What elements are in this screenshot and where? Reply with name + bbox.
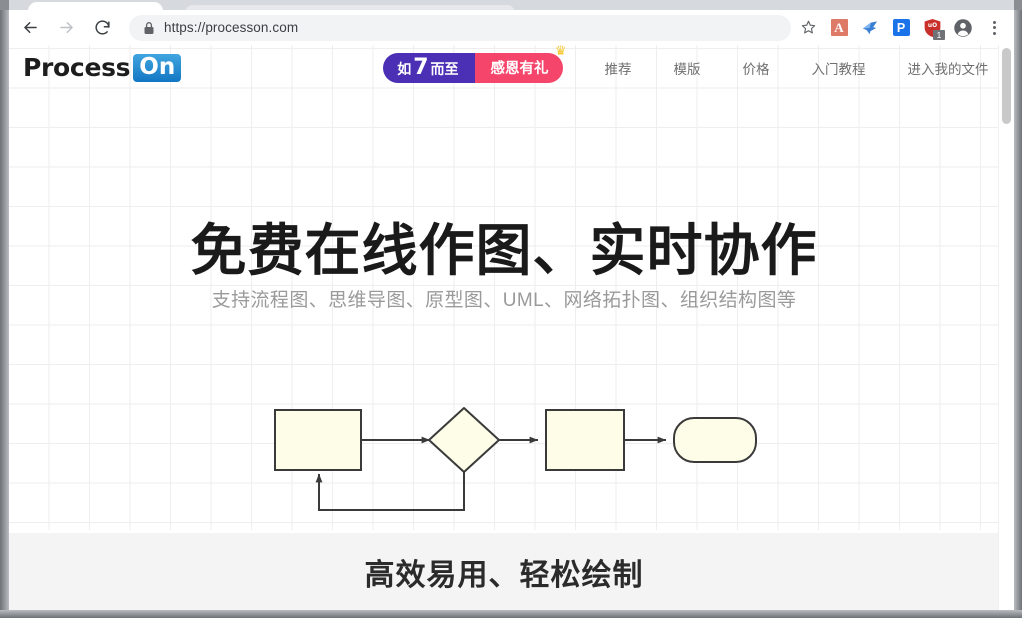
back-button[interactable] <box>15 13 45 43</box>
logo-text-process: Process <box>23 53 131 82</box>
flow-node-process-2 <box>545 409 625 471</box>
profile-avatar-icon <box>954 18 972 37</box>
processon-logo[interactable]: Process On <box>23 53 182 83</box>
three-dot-menu-icon <box>992 20 996 35</box>
flow-arrow-loopback <box>315 472 465 511</box>
flow-node-decision <box>428 407 500 473</box>
browser-window: https://processon.com A P uO 1 Process O… <box>0 0 1022 618</box>
promo-number: 7 <box>413 55 429 80</box>
flow-node-terminator <box>673 417 757 463</box>
reload-button[interactable] <box>87 13 117 43</box>
flow-node-process-1 <box>274 409 362 471</box>
forward-arrow-icon <box>59 21 73 34</box>
tab-strip <box>0 0 1022 10</box>
page-scrollbar[interactable] <box>998 45 1014 610</box>
reload-icon <box>94 20 110 35</box>
promo-banner-right: 感恩有礼 ♛ <box>474 45 567 83</box>
bird-icon <box>862 20 878 34</box>
page-viewport: Process On 如 7 而至 感恩有礼 ♛ 推荐 模版 价格 入门教程 进… <box>9 45 1014 610</box>
hero-subtitle: 支持流程图、思维导图、原型图、UML、网络拓扑图、组织结构图等 <box>211 290 797 311</box>
promo-banner[interactable]: 如 7 而至 感恩有礼 ♛ <box>383 45 567 83</box>
promo-left-text: 如 7 而至 <box>397 55 458 80</box>
nav-item-pricing[interactable]: 价格 <box>743 58 770 78</box>
window-frame-left <box>0 0 9 618</box>
lock-icon <box>144 21 154 34</box>
back-arrow-icon <box>23 21 37 34</box>
url-text: https://processon.com <box>164 20 299 35</box>
features-title: 高效易用、轻松绘制 <box>364 557 644 593</box>
address-bar[interactable]: https://processon.com <box>129 14 791 41</box>
site-navigation: 推荐 模版 价格 入门教程 进入我的文件 <box>563 58 1011 78</box>
browser-menu-button[interactable] <box>980 14 1008 42</box>
promo-banner-left: 如 7 而至 <box>383 52 475 83</box>
promo-prefix: 如 <box>397 61 412 77</box>
active-tab[interactable] <box>28 2 163 10</box>
nav-item-recommend[interactable]: 推荐 <box>605 58 632 78</box>
bird-extension-button[interactable] <box>856 14 884 42</box>
tab-strip-edge-right <box>1014 0 1022 10</box>
svg-text:uO: uO <box>927 23 936 29</box>
window-frame-bottom <box>0 610 1022 618</box>
toolbar-icon-group: A P uO 1 <box>791 14 1014 42</box>
hero-title: 免费在线作图、实时协作 <box>190 218 818 284</box>
window-frame-right <box>1014 0 1022 618</box>
pocket-p-icon: P <box>892 19 910 36</box>
ublock-origin-extension-button[interactable]: uO 1 <box>918 14 946 42</box>
nav-item-tutorial[interactable]: 入门教程 <box>812 58 866 78</box>
forward-button[interactable] <box>51 13 81 43</box>
promo-suffix: 而至 <box>430 61 459 77</box>
nav-item-templates[interactable]: 模版 <box>674 58 701 78</box>
acrobat-icon: A <box>830 19 848 36</box>
browser-toolbar: https://processon.com A P uO 1 <box>9 10 1014 45</box>
promo-right-text: 感恩有礼 <box>490 61 549 77</box>
adobe-acrobat-extension-button[interactable]: A <box>825 14 853 42</box>
site-header: Process On 如 7 而至 感恩有礼 ♛ 推荐 模版 价格 入门教程 进… <box>9 45 999 90</box>
logo-badge-on: On <box>133 53 182 82</box>
flowchart-svg <box>274 407 757 511</box>
flowchart-illustration <box>9 390 999 530</box>
extension-badge-count: 1 <box>933 29 945 40</box>
pocket-extension-button[interactable]: P <box>887 14 915 42</box>
bookmark-star-button[interactable] <box>794 14 822 42</box>
crown-icon: ♛ <box>554 45 567 58</box>
profile-button[interactable] <box>949 14 977 42</box>
nav-item-my-files[interactable]: 进入我的文件 <box>908 58 989 78</box>
features-band: 高效易用、轻松绘制 <box>9 533 999 610</box>
tab-strip-edge-left <box>0 0 9 10</box>
page-scrollbar-thumb[interactable] <box>1002 48 1011 124</box>
star-icon <box>801 20 815 34</box>
